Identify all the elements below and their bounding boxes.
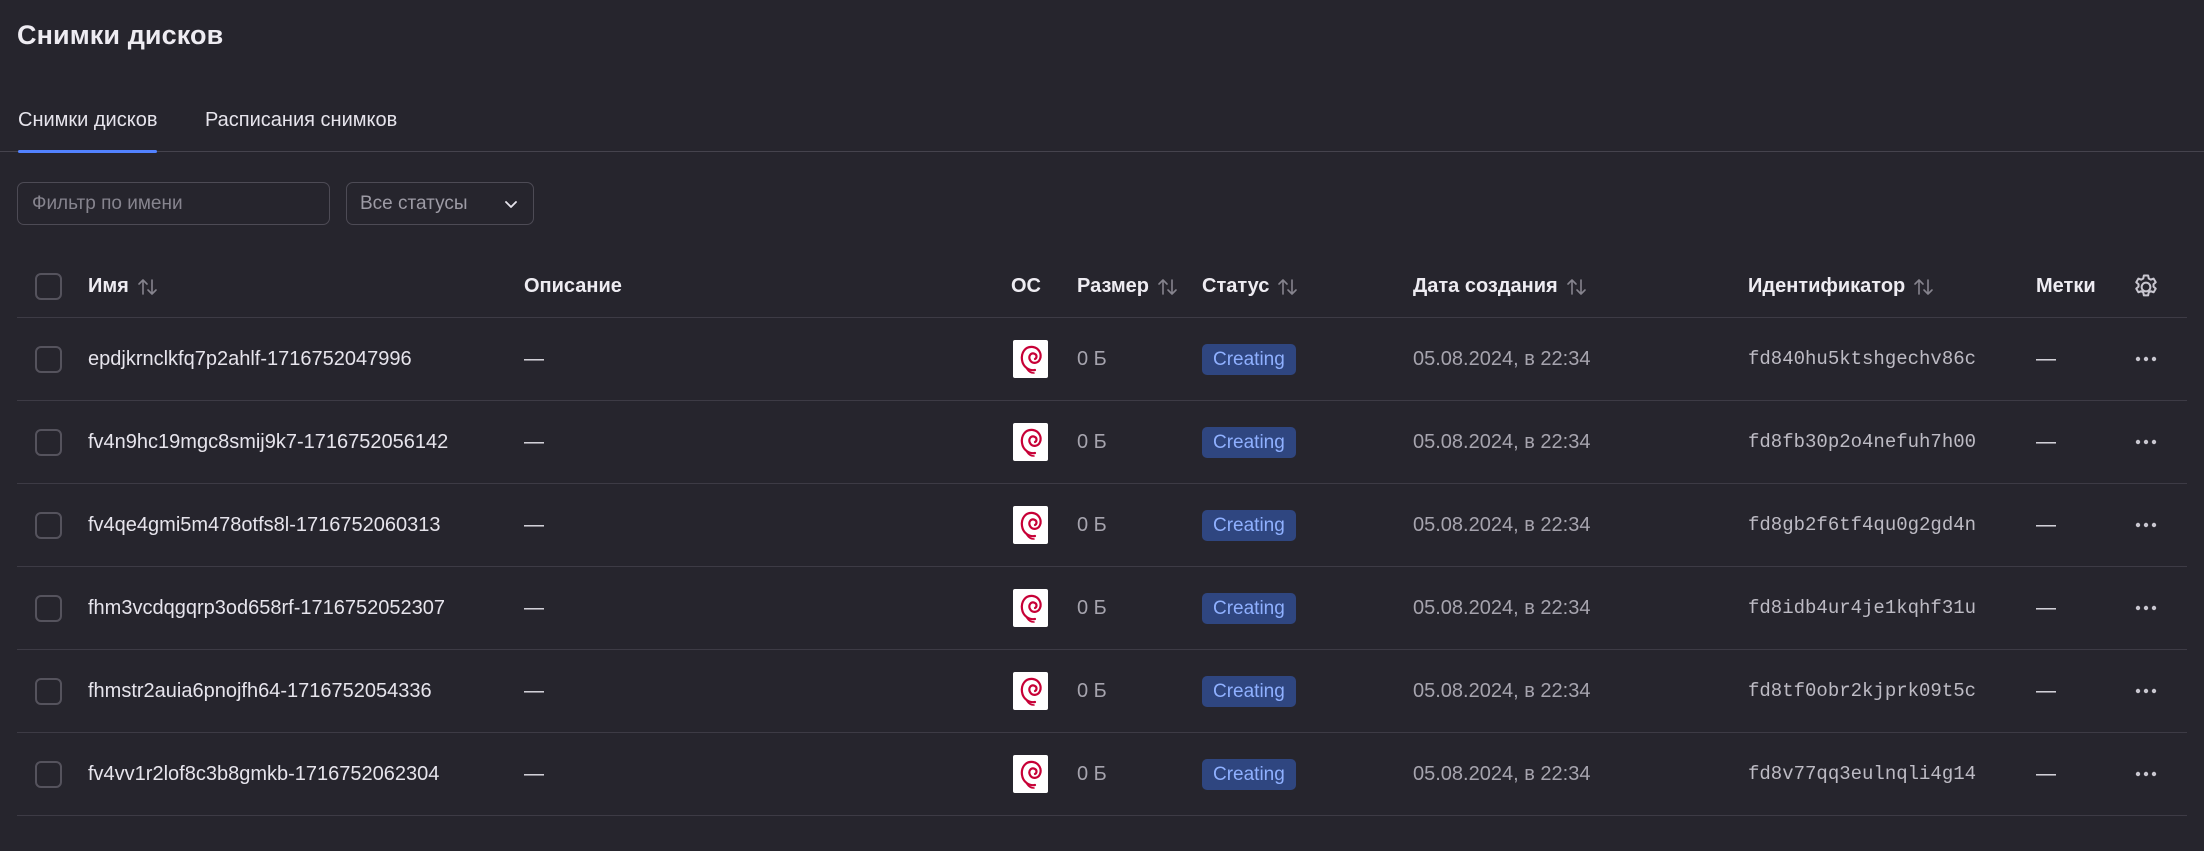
snapshots-page: Снимки дисков Снимки дисков Расписания с… <box>0 0 2204 851</box>
column-header-id[interactable]: Идентификатор <box>1748 256 1935 317</box>
status-badge: Creating <box>1202 343 1296 375</box>
debian-logo-icon <box>1013 755 1048 793</box>
snapshot-labels: — <box>2036 596 2056 619</box>
column-header-os: ОС <box>1011 275 1041 297</box>
row-checkbox[interactable] <box>35 511 62 539</box>
snapshot-size: 0 Б <box>1077 430 1107 453</box>
more-actions-icon[interactable] <box>2130 509 2162 541</box>
select-all-checkbox[interactable] <box>35 273 62 300</box>
snapshot-labels: — <box>2036 762 2056 785</box>
tabs-bar: Снимки дисков Расписания снимков <box>0 100 2204 153</box>
column-label-size: Размер <box>1077 275 1150 297</box>
row-checkbox[interactable] <box>35 760 62 788</box>
table-row[interactable]: fhmstr2auia6pnojfh64-1716752054336 — 0 Б… <box>17 650 2187 733</box>
column-header-status[interactable]: Статус <box>1202 256 1299 317</box>
column-header-description: Описание <box>524 275 622 297</box>
tab-snapshot-schedules[interactable]: Расписания снимков <box>205 100 397 152</box>
snapshot-description: — <box>524 596 544 619</box>
sort-icon <box>1278 278 1298 295</box>
tab-disk-snapshots[interactable]: Снимки дисков <box>18 100 158 153</box>
snapshot-name[interactable]: epdjkrnclkfq7p2ahlf-1716752047996 <box>88 318 412 400</box>
snapshot-description: — <box>524 762 544 785</box>
snapshot-created-date: 05.08.2024, в 22:34 <box>1413 596 1591 619</box>
sort-icon <box>1566 278 1586 295</box>
status-filter-value: Все статусы <box>360 193 468 214</box>
snapshot-description: — <box>524 679 544 702</box>
sort-icon <box>1158 278 1177 295</box>
snapshot-description: — <box>524 347 544 370</box>
column-header-name[interactable]: Имя <box>88 256 159 317</box>
debian-logo-icon <box>1013 423 1048 461</box>
snapshot-labels: — <box>2036 347 2056 370</box>
row-checkbox[interactable] <box>35 677 62 705</box>
snapshot-name[interactable]: fv4n9hc19mgc8smij9k7-1716752056142 <box>88 401 448 483</box>
snapshot-id: fd8v77qq3eulnqli4g14 <box>1748 763 1977 785</box>
snapshot-id: fd8idb4ur4je1kqhf31u <box>1748 597 1977 619</box>
snapshots-table: Имя Описание ОС Размер Статус Дата созда… <box>17 256 2187 816</box>
sort-icon <box>138 278 157 295</box>
name-filter-input[interactable] <box>17 182 330 225</box>
status-filter-select[interactable]: Все статусы <box>346 182 534 225</box>
snapshot-labels: — <box>2036 679 2056 702</box>
status-badge: Creating <box>1202 758 1296 790</box>
debian-logo-icon <box>1013 340 1048 378</box>
table-header-row: Имя Описание ОС Размер Статус Дата созда… <box>17 256 2187 318</box>
table-row[interactable]: fv4vv1r2lof8c3b8gmkb-1716752062304 — 0 Б… <box>17 733 2187 816</box>
snapshot-name[interactable]: fv4qe4gmi5m478otfs8l-1716752060313 <box>88 484 441 566</box>
column-label-id: Идентификатор <box>1748 275 1906 297</box>
snapshot-id: fd8gb2f6tf4qu0g2gd4n <box>1748 514 1977 536</box>
table-body: epdjkrnclkfq7p2ahlf-1716752047996 — 0 Б … <box>17 318 2187 816</box>
snapshot-name[interactable]: fv4vv1r2lof8c3b8gmkb-1716752062304 <box>88 733 439 815</box>
snapshot-created-date: 05.08.2024, в 22:34 <box>1413 762 1591 785</box>
status-badge: Creating <box>1202 675 1296 707</box>
snapshot-size: 0 Б <box>1077 347 1107 370</box>
debian-logo-icon <box>1013 589 1048 627</box>
snapshot-created-date: 05.08.2024, в 22:34 <box>1413 513 1591 536</box>
status-badge: Creating <box>1202 426 1296 458</box>
table-row[interactable]: fv4qe4gmi5m478otfs8l-1716752060313 — 0 Б… <box>17 484 2187 567</box>
column-label-status: Статус <box>1202 275 1270 297</box>
status-badge: Creating <box>1202 509 1296 541</box>
snapshot-description: — <box>524 430 544 453</box>
debian-logo-icon <box>1013 506 1048 544</box>
sort-icon <box>1914 278 1934 295</box>
snapshot-labels: — <box>2036 430 2056 453</box>
snapshot-name[interactable]: fhm3vcdqgqrp3od658rf-1716752052307 <box>88 567 445 649</box>
snapshot-id: fd8tf0obr2kjprk09t5c <box>1748 680 1977 702</box>
debian-logo-icon <box>1013 672 1048 710</box>
snapshot-created-date: 05.08.2024, в 22:34 <box>1413 347 1591 370</box>
snapshot-size: 0 Б <box>1077 762 1107 785</box>
column-label-created: Дата создания <box>1413 275 1558 297</box>
snapshot-created-date: 05.08.2024, в 22:34 <box>1413 430 1591 453</box>
row-checkbox[interactable] <box>35 345 62 373</box>
status-badge: Creating <box>1202 592 1296 624</box>
more-actions-icon[interactable] <box>2130 343 2162 375</box>
column-header-size[interactable]: Размер <box>1077 256 1179 317</box>
more-actions-icon[interactable] <box>2130 675 2162 707</box>
snapshot-labels: — <box>2036 513 2056 536</box>
snapshot-created-date: 05.08.2024, в 22:34 <box>1413 679 1591 702</box>
gear-icon[interactable] <box>2131 272 2161 302</box>
more-actions-icon[interactable] <box>2130 758 2162 790</box>
more-actions-icon[interactable] <box>2130 426 2162 458</box>
snapshot-size: 0 Б <box>1077 596 1107 619</box>
column-header-created[interactable]: Дата создания <box>1413 256 1588 317</box>
snapshot-name[interactable]: fhmstr2auia6pnojfh64-1716752054336 <box>88 650 432 732</box>
column-label-name: Имя <box>88 275 129 297</box>
snapshot-id: fd8fb30p2o4nefuh7h00 <box>1748 431 1977 453</box>
chevron-down-icon <box>505 201 517 208</box>
row-checkbox[interactable] <box>35 428 62 456</box>
table-row[interactable]: fhm3vcdqgqrp3od658rf-1716752052307 — 0 Б… <box>17 567 2187 650</box>
table-row[interactable]: epdjkrnclkfq7p2ahlf-1716752047996 — 0 Б … <box>17 318 2187 401</box>
table-row[interactable]: fv4n9hc19mgc8smij9k7-1716752056142 — 0 Б… <box>17 401 2187 484</box>
snapshot-size: 0 Б <box>1077 679 1107 702</box>
column-header-labels: Метки <box>2036 275 2096 297</box>
snapshot-id: fd840hu5ktshgechv86c <box>1748 348 1977 370</box>
more-actions-icon[interactable] <box>2130 592 2162 624</box>
row-checkbox[interactable] <box>35 594 62 622</box>
snapshot-size: 0 Б <box>1077 513 1107 536</box>
snapshot-description: — <box>524 513 544 536</box>
page-title: Снимки дисков <box>17 20 224 50</box>
